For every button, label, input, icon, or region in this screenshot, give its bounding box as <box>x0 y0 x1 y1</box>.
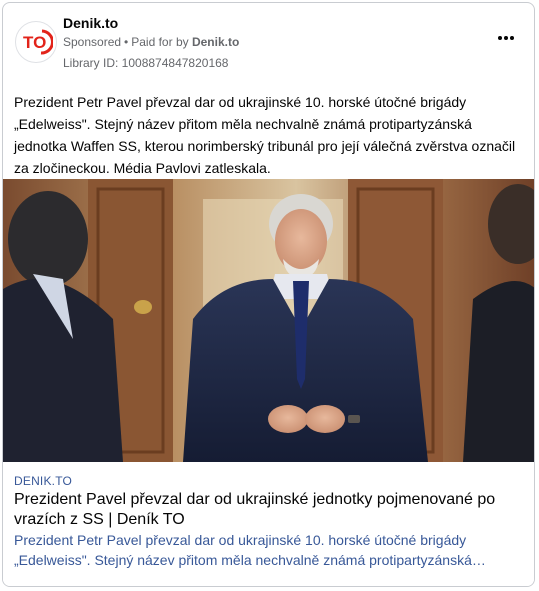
logo-text: TO <box>23 33 46 52</box>
paid-for-prefix: Paid for by <box>131 35 189 49</box>
post-body-text: Prezident Petr Pavel převzal dar od ukra… <box>14 94 516 176</box>
page-avatar[interactable]: TO <box>15 21 57 63</box>
sponsored-post-card: TO Denik.to Sponsored • Paid for by Denik.… <box>2 2 535 587</box>
library-id: Library ID: 1008874847820168 <box>63 56 229 70</box>
denik-to-logo: TO <box>20 26 53 58</box>
page-name-link[interactable]: Denik.to <box>63 15 118 31</box>
link-title[interactable]: Prezident Pavel převzal dar od ukrajinsk… <box>14 490 526 530</box>
post-image[interactable] <box>3 179 534 462</box>
post-photo <box>3 179 534 462</box>
more-options-icon[interactable] <box>494 29 518 47</box>
paid-for-name[interactable]: Denik.to <box>192 35 239 49</box>
post-header: TO Denik.to Sponsored • Paid for by Denik.… <box>3 3 534 83</box>
sponsored-meta: Sponsored • Paid for by Denik.to <box>63 35 240 49</box>
link-domain: DENIK.TO <box>14 474 73 488</box>
link-description: Prezident Petr Pavel převzal dar od ukra… <box>14 532 486 568</box>
link-preview[interactable]: DENIK.TO Prezident Pavel převzal dar od … <box>3 462 534 586</box>
sponsored-label: Sponsored <box>63 35 122 49</box>
